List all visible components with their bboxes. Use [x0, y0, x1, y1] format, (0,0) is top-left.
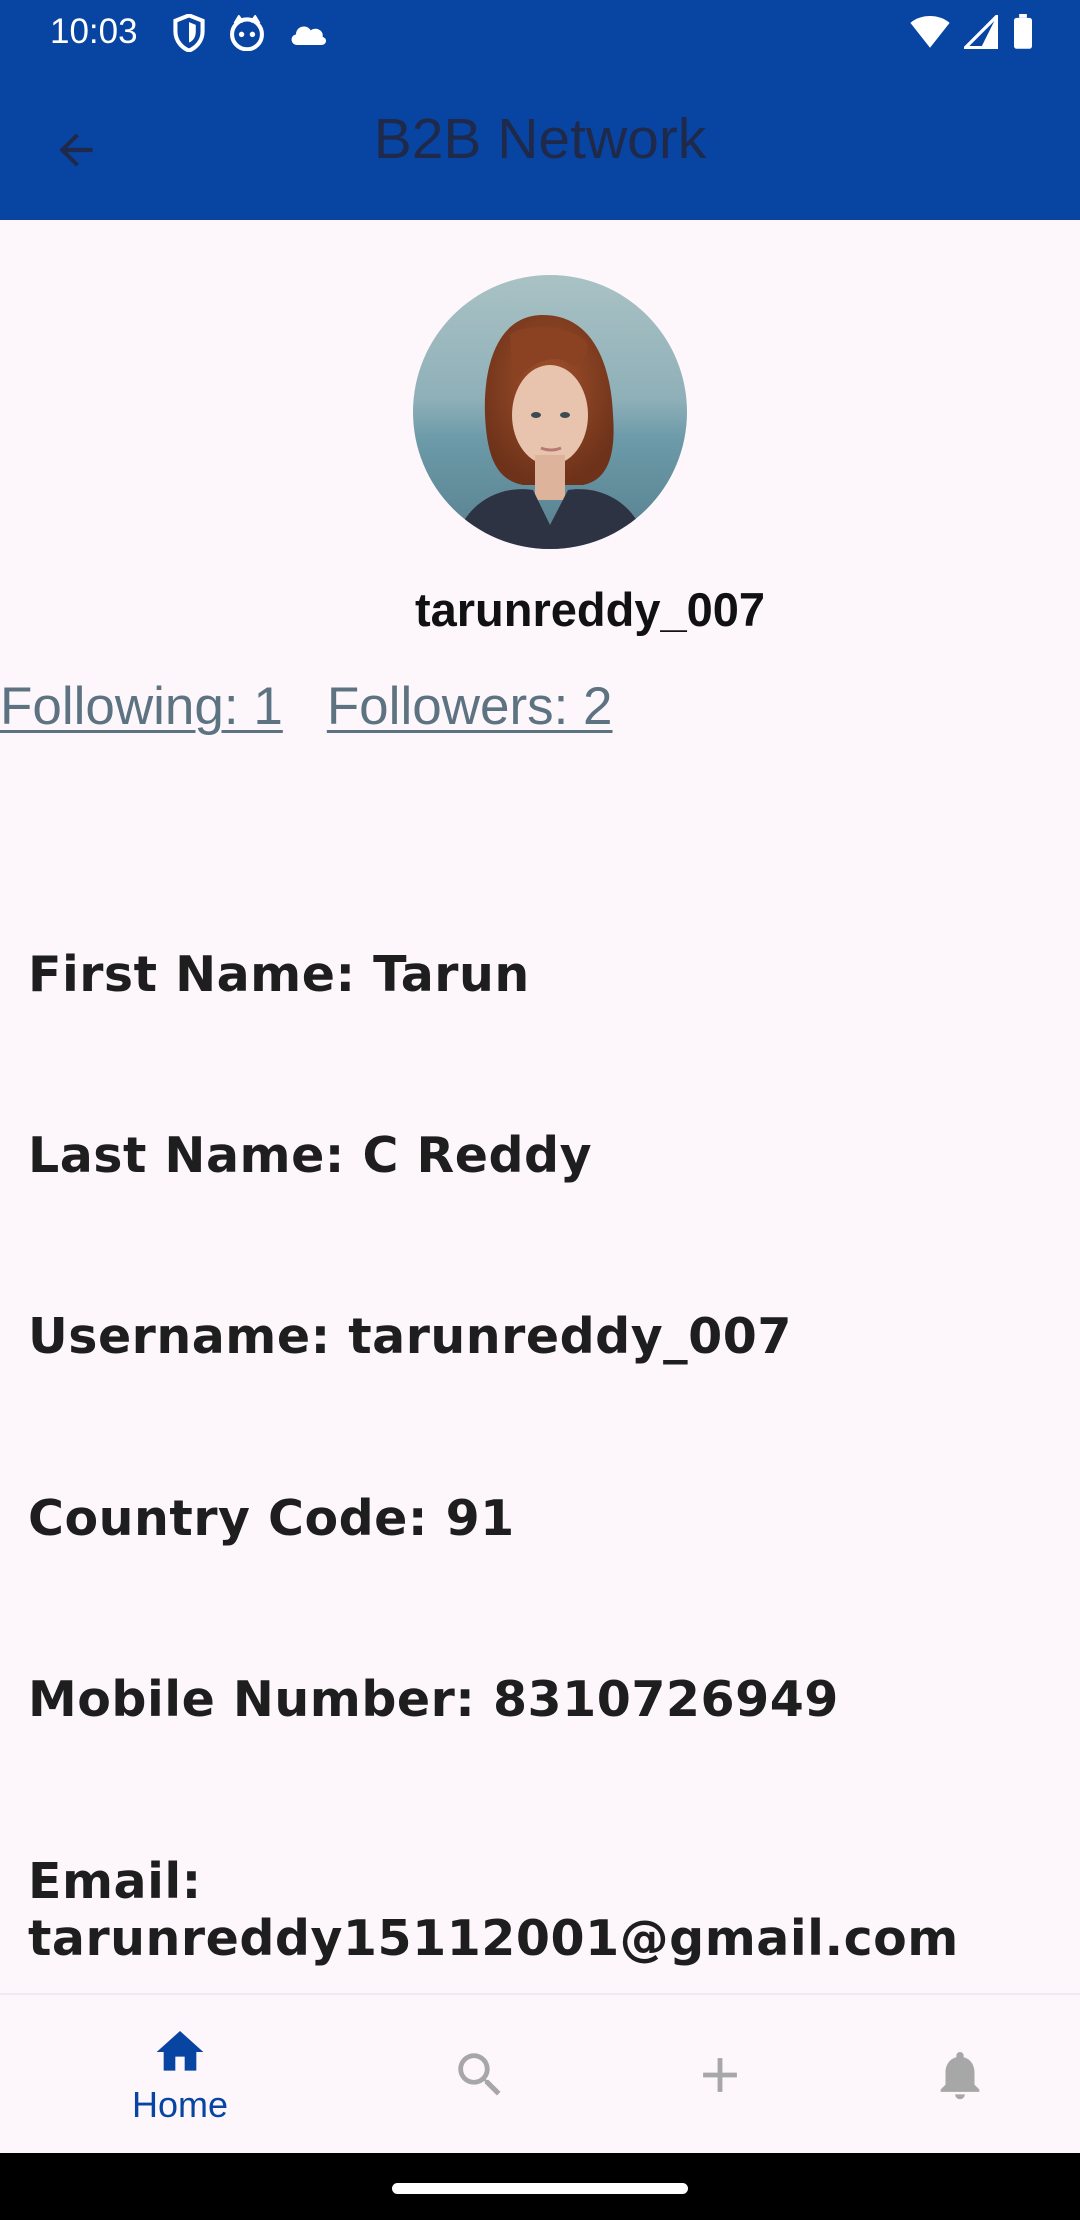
- bell-icon: [940, 2052, 980, 2100]
- followers-link[interactable]: Followers: 2: [327, 676, 613, 737]
- signal-icon: [964, 15, 998, 49]
- wifi-icon: [910, 15, 950, 48]
- app-bar: B2B Network: [0, 66, 1080, 220]
- status-left-icons: [172, 14, 328, 52]
- nav-home-label: Home: [131, 2084, 229, 2125]
- status-right-icons: [910, 14, 1034, 50]
- home-icon: [156, 2031, 204, 2071]
- nav-add[interactable]: [630, 1995, 810, 2155]
- cat-face-icon: [230, 15, 264, 51]
- cloud-icon: [291, 26, 327, 45]
- battery-icon: [1014, 14, 1032, 49]
- follow-stats: Following: 1 Followers: 2: [0, 676, 613, 737]
- status-bar: 10:03: [0, 0, 1080, 66]
- home-gesture-handle[interactable]: [392, 2183, 688, 2194]
- following-link[interactable]: Following: 1: [0, 676, 283, 737]
- email-text: Email: tarunreddy15112001@gmail.com: [28, 1853, 959, 1967]
- add-icon: [703, 2058, 737, 2092]
- status-time: 10:03: [50, 12, 138, 51]
- country-code-text: Country Code: 91: [28, 1490, 515, 1547]
- mobile-number-text: Mobile Number: 8310726949: [28, 1671, 839, 1728]
- nav-notifications[interactable]: [870, 1995, 1050, 2155]
- gesture-navigation-bar: [0, 2153, 1080, 2220]
- bottom-navigation: Home: [0, 1993, 1080, 2153]
- first-name-text: First Name: Tarun: [28, 946, 530, 1003]
- avatar[interactable]: [413, 275, 687, 549]
- profile-username: tarunreddy_007: [414, 583, 766, 636]
- username-text: Username: tarunreddy_007: [28, 1308, 792, 1365]
- app-title: B2B Network: [373, 107, 707, 171]
- profile-photo: [413, 275, 687, 549]
- nav-search[interactable]: [390, 1995, 570, 2155]
- search-icon: [458, 2053, 501, 2096]
- nav-home[interactable]: Home: [90, 1995, 270, 2155]
- shield-icon: [173, 14, 205, 52]
- last-name-text: Last Name: C Reddy: [28, 1127, 593, 1184]
